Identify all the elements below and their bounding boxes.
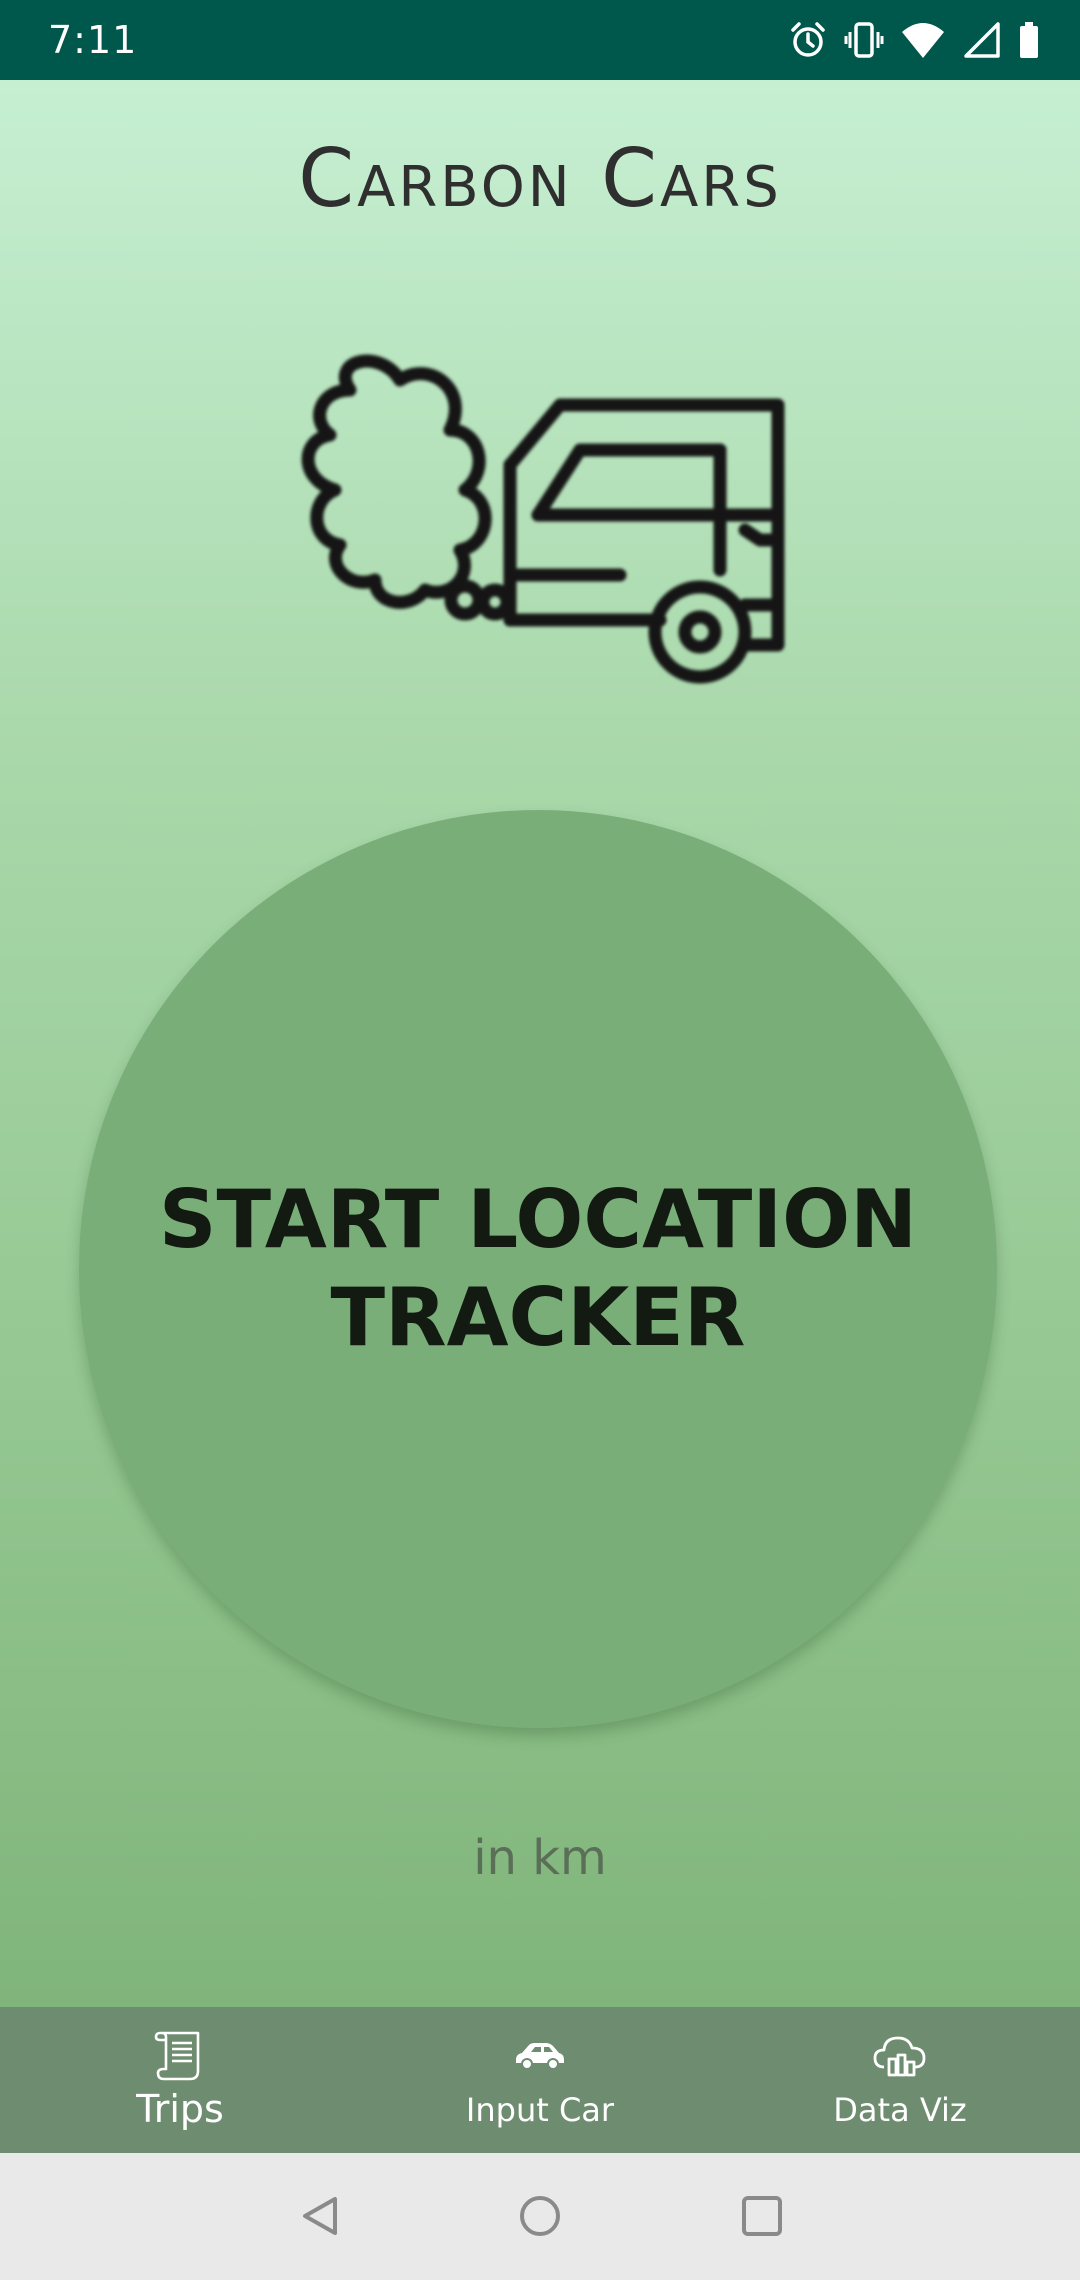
screen: 7:11 Carbon Cars START LOCATION TRACKER … [0,0,1080,2280]
nav-label-data-viz: Data Viz [833,2091,967,2129]
nav-item-trips[interactable]: Trips [0,2007,360,2153]
vibrate-icon [844,20,884,60]
home-icon [517,2193,563,2243]
bottom-nav: Trips Input Car Data Viz [0,2007,1080,2153]
app-title: Carbon Cars [298,132,782,225]
wifi-icon [900,20,946,60]
recents-icon [739,2193,785,2243]
recents-button[interactable] [727,2183,797,2253]
nav-item-data-viz[interactable]: Data Viz [720,2007,1080,2153]
car-exhaust-icon [290,350,800,790]
home-button[interactable] [505,2183,575,2253]
back-icon [297,2193,343,2243]
nav-label-input-car: Input Car [465,2091,615,2129]
nav-label-trips: Trips [136,2087,224,2131]
back-button[interactable] [285,2183,355,2253]
alarm-icon [788,20,828,60]
system-nav-bar [0,2153,1080,2280]
status-icons [788,16,1040,64]
cloud-chart-icon [872,2025,928,2085]
status-bar: 7:11 [0,0,1080,80]
main-content: Carbon Cars START LOCATION TRACKER in km [0,80,1080,2007]
nav-item-input-car[interactable]: Input Car [360,2007,720,2153]
scroll-icon [152,2025,208,2085]
battery-icon [1018,20,1040,60]
cell-signal-icon [962,20,1002,60]
start-tracker-label: START LOCATION TRACKER [158,1173,918,1364]
car-icon [512,2025,568,2085]
status-time: 7:11 [48,18,138,62]
distance-unit-label: in km [473,1830,607,1886]
start-tracker-button[interactable]: START LOCATION TRACKER [79,810,997,1728]
